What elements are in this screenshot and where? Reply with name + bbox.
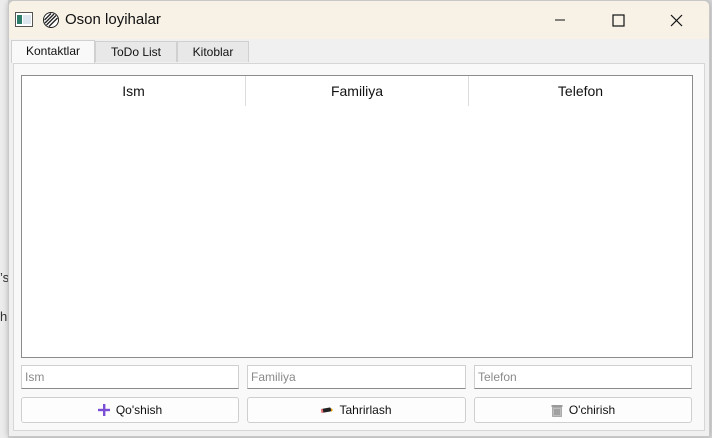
column-header-ism[interactable]: Ism — [22, 76, 246, 106]
add-button-label: Qo'shish — [115, 403, 163, 417]
background-window-edge — [0, 0, 8, 438]
tab-bar: Kontaktlar ToDo List Kitoblar — [9, 40, 709, 63]
tab-todo-list[interactable]: ToDo List — [95, 41, 177, 62]
column-header-familiya[interactable]: Familiya — [246, 76, 469, 106]
maximize-button[interactable] — [589, 1, 647, 39]
pencil-icon — [321, 407, 334, 414]
trash-icon — [551, 404, 563, 417]
plus-icon — [97, 404, 110, 416]
close-button[interactable] — [647, 1, 705, 39]
window-logo-icon — [43, 12, 59, 28]
window-title: Oson loyihalar — [65, 11, 161, 28]
edit-button-label: Tahrirlash — [339, 403, 392, 417]
app-icon — [15, 12, 33, 27]
maximize-icon — [611, 13, 625, 27]
edit-button[interactable]: Tahrirlash — [247, 397, 466, 423]
delete-button-label: O'chirish — [568, 403, 616, 417]
contacts-table[interactable]: Ism Familiya Telefon — [21, 75, 693, 358]
close-icon — [670, 14, 682, 26]
phone-input[interactable] — [474, 365, 692, 389]
table-header: Ism Familiya Telefon — [22, 76, 692, 106]
tab-kitoblar[interactable]: Kitoblar — [177, 41, 249, 62]
minimize-icon — [555, 19, 565, 21]
minimize-button[interactable] — [531, 1, 589, 39]
first-name-input[interactable] — [21, 365, 239, 389]
tab-kontaktlar[interactable]: Kontaktlar — [11, 40, 95, 63]
last-name-input[interactable] — [247, 365, 466, 389]
background-text-fragment: h — [0, 309, 8, 324]
app-window: Oson loyihalar Kontaktlar ToDo List Kito… — [8, 0, 710, 437]
title-bar[interactable]: Oson loyihalar — [9, 1, 709, 39]
delete-button[interactable]: O'chirish — [474, 397, 692, 423]
column-header-telefon[interactable]: Telefon — [469, 76, 692, 106]
add-button[interactable]: Qo'shish — [21, 397, 239, 423]
tab-content-panel: Ism Familiya Telefon Qo'shish Tahrirlash — [13, 63, 705, 431]
